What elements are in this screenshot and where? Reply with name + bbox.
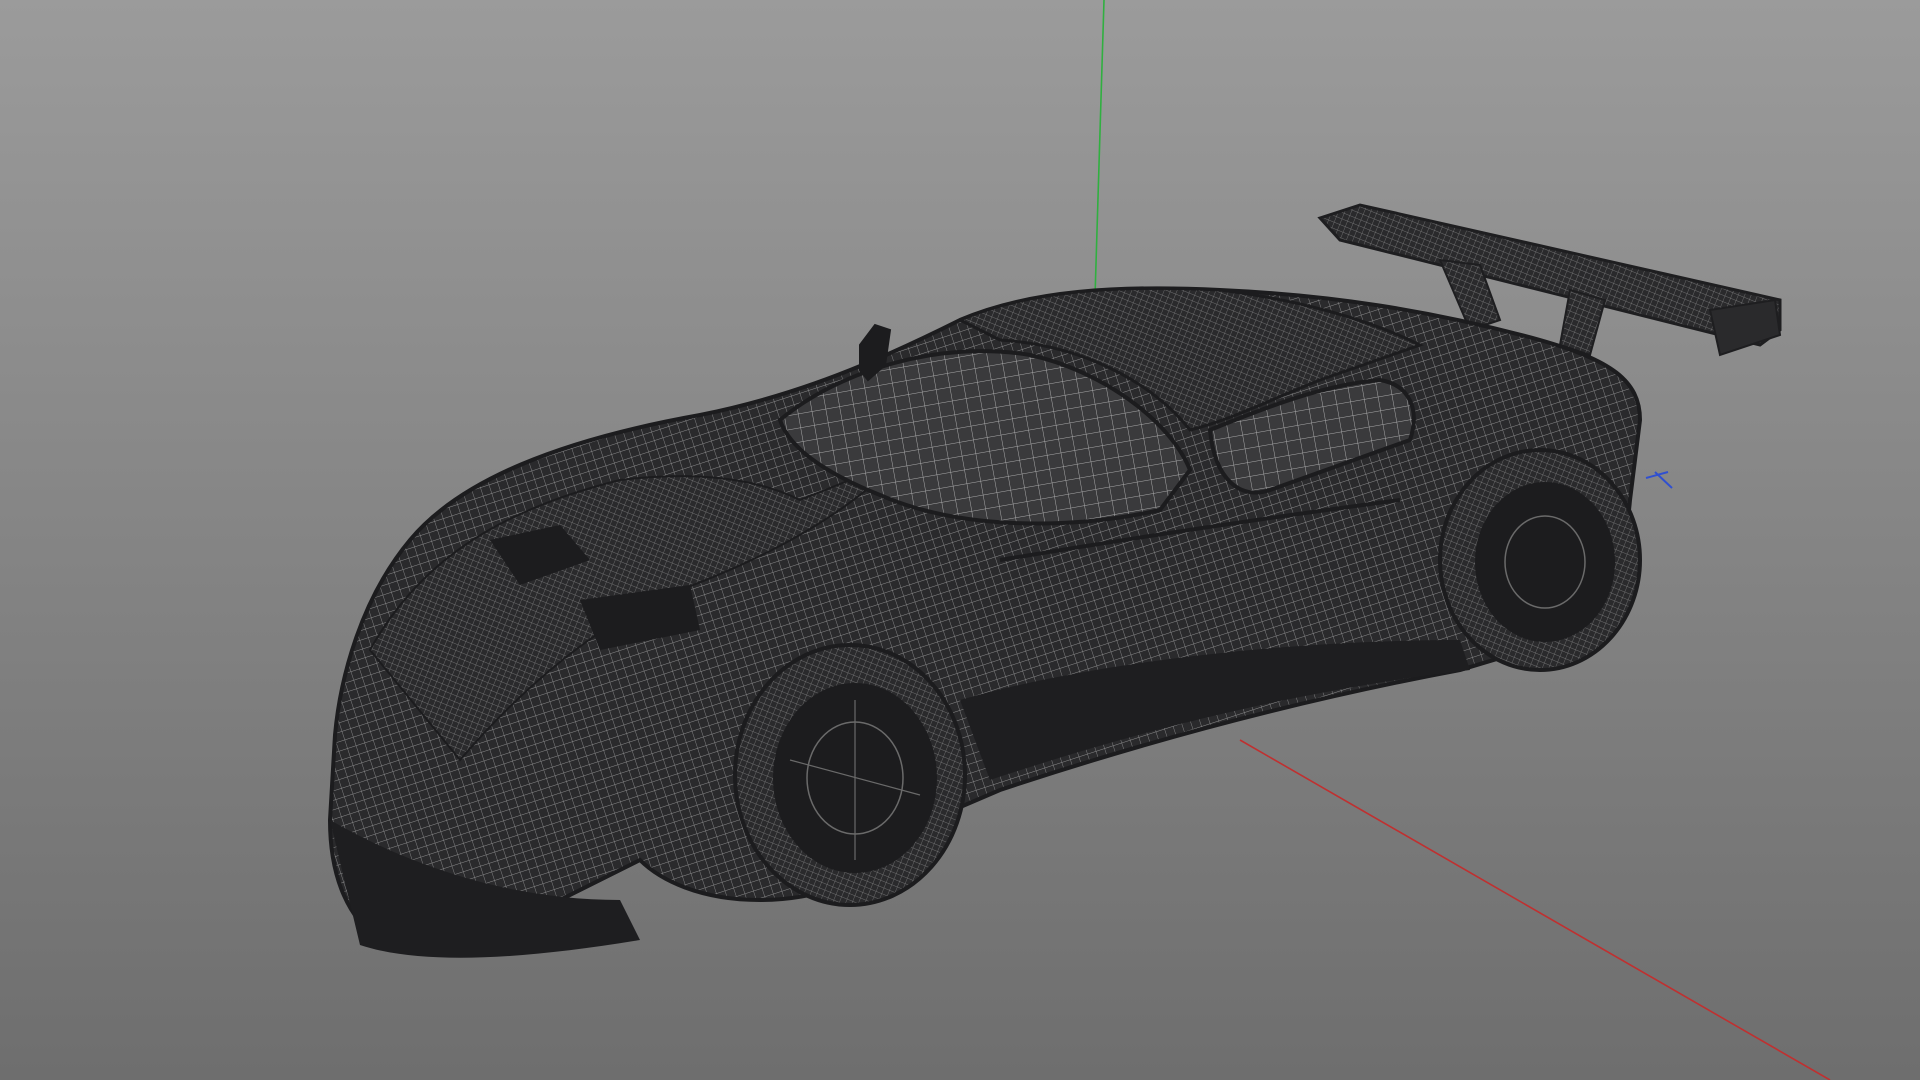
front-wheel [733,643,967,907]
3d-viewport[interactable] [0,0,1920,1080]
rear-wheel [1438,448,1642,672]
viewport-canvas[interactable] [0,0,1920,1080]
